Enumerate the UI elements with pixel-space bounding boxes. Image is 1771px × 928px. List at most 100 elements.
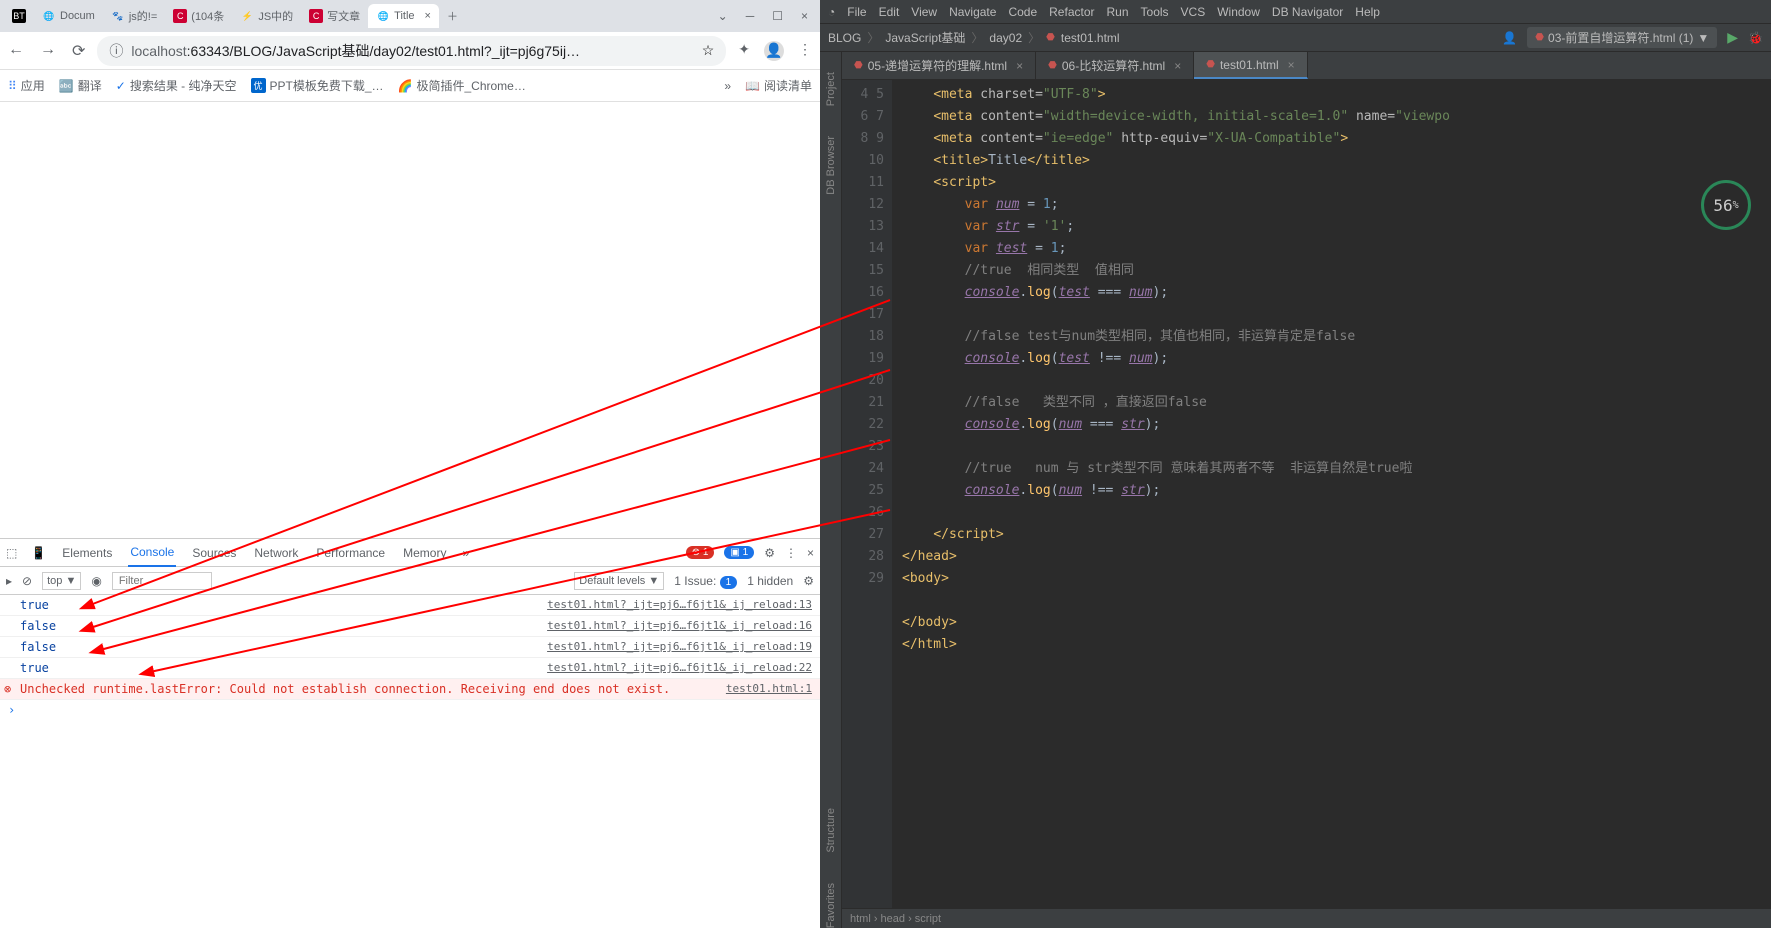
- issues-link[interactable]: 1 Issue: 1: [674, 574, 737, 588]
- menu-file[interactable]: File: [847, 5, 866, 19]
- context-select[interactable]: top ▼: [42, 572, 81, 590]
- browser-tab[interactable]: C(104条: [165, 3, 232, 29]
- menu-code[interactable]: Code: [1008, 5, 1037, 19]
- source-link[interactable]: test01.html?_ijt=pj6…f6jt1&_ij_reload:16: [547, 619, 812, 633]
- source-link[interactable]: test01.html?_ijt=pj6…f6jt1&_ij_reload:19: [547, 640, 812, 654]
- tabs-overflow-icon[interactable]: »: [462, 546, 469, 560]
- menu-vcs[interactable]: VCS: [1181, 5, 1206, 19]
- browser-tab[interactable]: ⚡JS中的: [232, 3, 301, 29]
- browser-tab-active[interactable]: 🌐Title×: [368, 4, 439, 28]
- editor-tab[interactable]: ⬣06-比较运算符.html×: [1036, 52, 1194, 79]
- close-icon[interactable]: ×: [1016, 59, 1023, 73]
- menu-help[interactable]: Help: [1355, 5, 1380, 19]
- breadcrumb[interactable]: day02: [989, 31, 1022, 45]
- browser-tab[interactable]: 🐾js的!=: [103, 3, 165, 29]
- breadcrumb[interactable]: BLOG: [828, 31, 861, 45]
- menu-icon[interactable]: ⋮: [798, 41, 812, 61]
- run-config-select[interactable]: ⬣ 03-前置自增运算符.html (1) ▼: [1527, 27, 1717, 48]
- address-bar[interactable]: ⓘ localhost:63343/BLOG/JavaScript基础/day0…: [97, 36, 726, 66]
- source-link[interactable]: test01.html?_ijt=pj6…f6jt1&_ij_reload:22: [547, 661, 812, 675]
- filter-input[interactable]: [112, 572, 212, 590]
- bookmark-overflow-icon[interactable]: »: [724, 79, 731, 93]
- ide-toolbar: BLOG〉 JavaScript基础〉 day02〉 ⬣ test01.html…: [820, 24, 1771, 52]
- gear-icon[interactable]: ⚙: [764, 546, 775, 560]
- run-icon[interactable]: ▶: [1727, 29, 1738, 46]
- tool-favorites[interactable]: Favorites: [825, 883, 837, 928]
- reading-list[interactable]: 📖 阅读清单: [745, 77, 812, 94]
- maximize-icon[interactable]: ☐: [772, 9, 783, 23]
- menu-refactor[interactable]: Refactor: [1049, 5, 1094, 19]
- new-tab-button[interactable]: ＋: [439, 3, 466, 29]
- reload-icon[interactable]: ⟳: [72, 41, 85, 61]
- sidebar-toggle-icon[interactable]: ▸: [6, 574, 12, 588]
- user-icon[interactable]: 👤: [1502, 31, 1517, 45]
- log-error-row[interactable]: Unchecked runtime.lastError: Could not e…: [0, 679, 820, 700]
- close-devtools-icon[interactable]: ×: [807, 546, 814, 560]
- star-icon[interactable]: ☆: [702, 42, 715, 59]
- gear-icon[interactable]: ⚙: [803, 574, 814, 588]
- bookmark-item[interactable]: 🔤 翻译: [59, 77, 102, 94]
- inspect-icon[interactable]: ⬚: [6, 546, 17, 560]
- log-row[interactable]: truetest01.html?_ijt=pj6…f6jt1&_ij_reloa…: [0, 595, 820, 616]
- code-editor[interactable]: 4 5 6 7 8 9 10 11 12 13 14 15 16 17 18 1…: [842, 80, 1771, 908]
- tab-sources[interactable]: Sources: [190, 540, 238, 566]
- minimize-icon[interactable]: ─: [746, 9, 755, 23]
- editor-tabs: ⬣05-递增运算符的理解.html× ⬣06-比较运算符.html× ⬣test…: [842, 52, 1771, 80]
- clear-console-icon[interactable]: ⊘: [22, 574, 32, 588]
- info-badge[interactable]: ▣ 1: [724, 546, 754, 559]
- source-link[interactable]: test01.html?_ijt=pj6…f6jt1&_ij_reload:13: [547, 598, 812, 612]
- profile-icon[interactable]: 👤: [764, 41, 784, 61]
- console-prompt[interactable]: ›: [0, 700, 820, 720]
- breadcrumb[interactable]: test01.html: [1061, 31, 1120, 45]
- tab-search-icon[interactable]: ⌄: [718, 9, 728, 23]
- apps-icon[interactable]: ⠿ 应用: [8, 77, 45, 94]
- tab-memory[interactable]: Memory: [401, 540, 448, 566]
- editor-tab[interactable]: ⬣05-递增运算符的理解.html×: [842, 52, 1036, 79]
- log-row[interactable]: falsetest01.html?_ijt=pj6…f6jt1&_ij_relo…: [0, 637, 820, 658]
- dock-menu-icon[interactable]: ⋮: [785, 546, 797, 560]
- tool-structure[interactable]: Structure: [825, 808, 837, 853]
- error-badge[interactable]: ⊗ 1: [686, 546, 715, 559]
- extensions-icon[interactable]: ✦: [738, 41, 750, 61]
- editor-tab-active[interactable]: ⬣test01.html×: [1194, 52, 1307, 79]
- tool-dbbrowser[interactable]: DB Browser: [825, 136, 837, 195]
- browser-tab[interactable]: 🌐Docum: [34, 4, 103, 28]
- tab-console[interactable]: Console: [128, 539, 176, 567]
- levels-select[interactable]: Default levels ▼: [574, 572, 664, 590]
- coverage-badge[interactable]: 56%: [1701, 180, 1751, 230]
- menu-navigate[interactable]: Navigate: [949, 5, 996, 19]
- forward-icon[interactable]: →: [40, 41, 56, 61]
- menu-dbnav[interactable]: DB Navigator: [1272, 5, 1343, 19]
- menu-run[interactable]: Run: [1107, 5, 1129, 19]
- html-file-icon: ⬣: [854, 60, 863, 71]
- debug-icon[interactable]: 🐞: [1748, 31, 1763, 45]
- html-file-icon: ⬣: [1206, 59, 1215, 70]
- menu-edit[interactable]: Edit: [879, 5, 900, 19]
- eye-icon[interactable]: ◉: [91, 574, 101, 588]
- menu-tools[interactable]: Tools: [1141, 5, 1169, 19]
- info-icon[interactable]: ⓘ: [109, 41, 123, 61]
- browser-tab[interactable]: BT: [4, 4, 34, 28]
- breadcrumb[interactable]: JavaScript基础: [885, 29, 965, 46]
- source-link[interactable]: test01.html:1: [726, 682, 812, 696]
- menu-window[interactable]: Window: [1217, 5, 1260, 19]
- close-window-icon[interactable]: ×: [801, 9, 808, 23]
- back-icon[interactable]: ←: [8, 41, 24, 61]
- tab-performance[interactable]: Performance: [314, 540, 387, 566]
- log-row[interactable]: falsetest01.html?_ijt=pj6…f6jt1&_ij_relo…: [0, 616, 820, 637]
- close-icon[interactable]: ×: [425, 10, 431, 22]
- device-icon[interactable]: 📱: [31, 546, 46, 560]
- tab-network[interactable]: Network: [252, 540, 300, 566]
- html-file-icon: ⬣: [1048, 60, 1057, 71]
- menu-view[interactable]: View: [911, 5, 937, 19]
- tool-project[interactable]: Project: [825, 72, 837, 106]
- bookmark-item[interactable]: ✓ 搜索结果 - 纯净天空: [116, 77, 237, 94]
- address-bar-row: ← → ⟳ ⓘ localhost:63343/BLOG/JavaScript基…: [0, 32, 820, 70]
- bookmark-item[interactable]: 优 PPT模板免费下载_…: [251, 77, 384, 94]
- log-row[interactable]: truetest01.html?_ijt=pj6…f6jt1&_ij_reloa…: [0, 658, 820, 679]
- tab-elements[interactable]: Elements: [60, 540, 114, 566]
- close-icon[interactable]: ×: [1174, 59, 1181, 73]
- close-icon[interactable]: ×: [1288, 58, 1295, 72]
- bookmark-item[interactable]: 🌈 极简插件_Chrome…: [398, 77, 526, 94]
- browser-tab[interactable]: C写文章: [301, 3, 368, 29]
